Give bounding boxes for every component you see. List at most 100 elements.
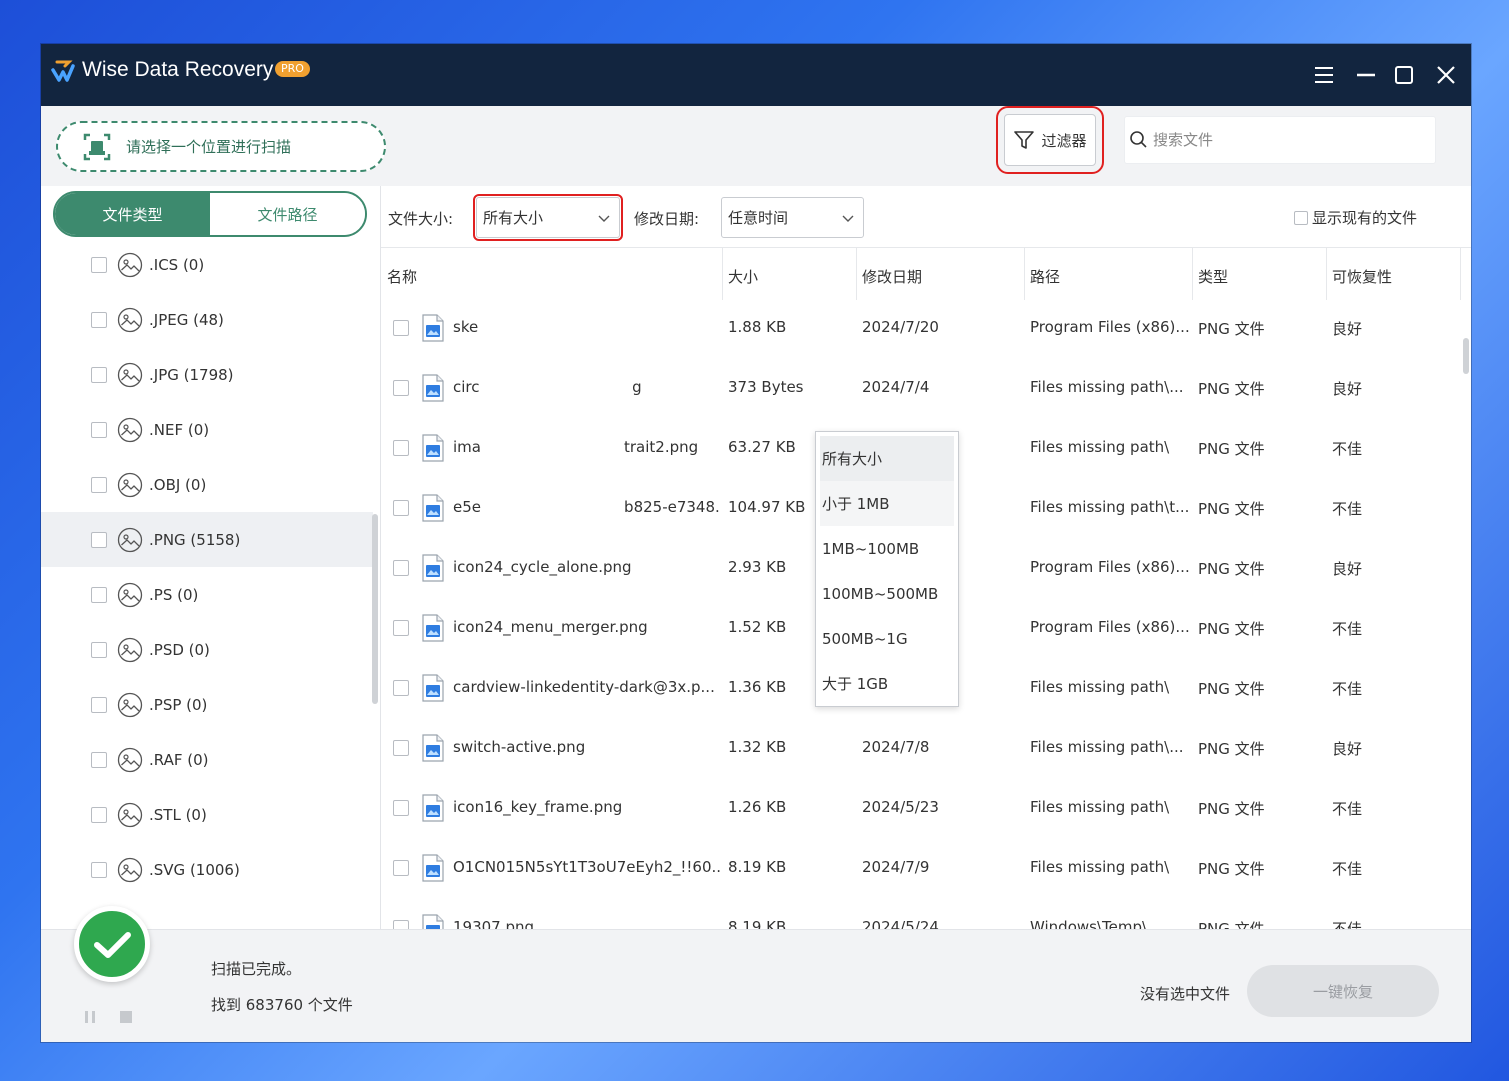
png-file-icon (421, 314, 445, 342)
file-path: Program Files (x86)... (1030, 618, 1190, 636)
column-divider[interactable] (1024, 248, 1025, 300)
header-type[interactable]: 类型 (1198, 266, 1228, 287)
search-input[interactable] (1153, 131, 1413, 149)
file-type-item[interactable]: .OBJ (0) (41, 457, 373, 512)
size-option[interactable]: 100MB~500MB (816, 571, 958, 616)
row-checkbox[interactable] (393, 320, 409, 336)
column-divider[interactable] (1460, 248, 1461, 300)
table-scrollbar[interactable] (1463, 338, 1469, 374)
row-checkbox[interactable] (393, 380, 409, 396)
minimize-icon[interactable] (1353, 62, 1379, 88)
png-file-icon (421, 554, 445, 582)
file-size: 63.27 KB (728, 438, 796, 456)
file-type-checkbox[interactable] (91, 366, 107, 383)
tab-file-type[interactable]: 文件类型 (55, 193, 210, 235)
file-size: 373 Bytes (728, 378, 804, 396)
file-recoverability: 不佳 (1332, 860, 1363, 878)
row-checkbox[interactable] (393, 680, 409, 696)
stop-icon[interactable] (119, 1010, 133, 1024)
file-date: 2024/7/9 (862, 858, 930, 876)
size-option[interactable]: 所有大小 (820, 436, 954, 481)
file-path: Program Files (x86)... (1030, 558, 1190, 576)
file-type-item[interactable]: .JPG (1798) (41, 347, 373, 402)
file-type-item[interactable]: .STL (0) (41, 787, 373, 842)
file-type-item[interactable]: .PNG (5158) (41, 512, 373, 567)
file-type-item[interactable]: .PS (0) (41, 567, 373, 622)
row-checkbox[interactable] (393, 800, 409, 816)
date-filter-label: 修改日期: (634, 210, 700, 228)
column-divider[interactable] (1192, 248, 1193, 300)
maximize-icon[interactable] (1391, 62, 1417, 88)
file-type-label: .RAF (0) (149, 750, 209, 769)
file-size: 8.19 KB (728, 918, 787, 929)
size-option[interactable]: 大于 1GB (816, 661, 958, 706)
file-type-checkbox[interactable] (91, 531, 107, 548)
file-date: 2024/7/8 (862, 738, 930, 756)
header-name[interactable]: 名称 (387, 266, 417, 287)
file-type-item[interactable]: .RAF (0) (41, 732, 373, 787)
file-type-item[interactable]: .PSP (0) (41, 677, 373, 732)
table-row[interactable]: switch-active.png 1.32 KB 2024/7/8 Files mi… (381, 718, 1461, 778)
app-title: Wise Data Recovery (82, 58, 274, 81)
pause-icon[interactable] (83, 1010, 97, 1024)
size-option[interactable]: 1MB~100MB (816, 526, 958, 571)
column-divider[interactable] (722, 248, 723, 300)
row-checkbox[interactable] (393, 500, 409, 516)
size-filter-select[interactable]: 所有大小 (473, 194, 623, 241)
table-row[interactable]: ske 1.88 KB 2024/7/20 Program Files (x86)..… (381, 298, 1461, 358)
file-type-item[interactable]: .NEF (0) (41, 402, 373, 457)
file-recoverability: 不佳 (1332, 800, 1363, 818)
file-type-checkbox[interactable] (91, 421, 107, 438)
file-type-checkbox[interactable] (91, 806, 107, 823)
show-existing-toggle[interactable]: 显示现有的文件 (1294, 207, 1417, 228)
file-recoverability: 不佳 (1332, 500, 1363, 518)
menu-icon[interactable] (1311, 62, 1337, 88)
file-type-item[interactable]: .ICS (0) (41, 237, 373, 292)
header-size[interactable]: 大小 (728, 266, 758, 287)
file-type-label: .JPG (1798) (149, 365, 234, 384)
header-path[interactable]: 路径 (1030, 266, 1060, 287)
row-checkbox[interactable] (393, 740, 409, 756)
file-type-checkbox[interactable] (91, 256, 107, 273)
file-type-checkbox[interactable] (91, 641, 107, 658)
file-type-checkbox[interactable] (91, 311, 107, 328)
tab-file-path[interactable]: 文件路径 (210, 193, 365, 235)
row-checkbox[interactable] (393, 860, 409, 876)
file-type-checkbox[interactable] (91, 861, 107, 878)
file-recoverability: 不佳 (1332, 440, 1363, 458)
row-checkbox[interactable] (393, 620, 409, 636)
filter-button[interactable]: 过滤器 (996, 106, 1104, 174)
date-filter-select[interactable]: 任意时间 (721, 197, 864, 238)
header-recoverability[interactable]: 可恢复性 (1332, 266, 1392, 287)
file-type-item[interactable]: .SVG (1006) (41, 842, 373, 897)
row-checkbox[interactable] (393, 440, 409, 456)
size-option[interactable]: 500MB~1G (816, 616, 958, 661)
file-type-item[interactable]: .PSD (0) (41, 622, 373, 677)
file-name: circ g (453, 378, 642, 396)
row-checkbox[interactable] (393, 920, 409, 929)
row-checkbox[interactable] (393, 560, 409, 576)
size-filter-label: 文件大小: (388, 210, 454, 228)
toolbar: 请选择一个位置进行扫描 过滤器 (41, 106, 1471, 186)
header-date[interactable]: 修改日期 (862, 266, 922, 287)
file-type-item[interactable]: .JPEG (48) (41, 292, 373, 347)
column-divider[interactable] (856, 248, 857, 300)
close-icon[interactable] (1433, 62, 1459, 88)
file-path: Files missing path\ (1030, 858, 1170, 876)
file-path: Files missing path\ (1030, 798, 1170, 816)
table-row[interactable]: icon16_key_frame.png 1.26 KB 2024/5/23 File… (381, 778, 1461, 838)
size-option[interactable]: 小于 1MB (820, 481, 954, 526)
file-date: 2024/7/4 (862, 378, 930, 396)
table-row[interactable]: circ g 373 Bytes 2024/7/4 Files missing pat… (381, 358, 1461, 418)
recover-button[interactable]: 一键恢复 (1247, 965, 1439, 1017)
show-existing-checkbox[interactable] (1294, 210, 1308, 225)
file-type-checkbox[interactable] (91, 586, 107, 603)
file-type-checkbox[interactable] (91, 476, 107, 493)
table-row[interactable]: 19307.png 8.19 KB 2024/5/24 Windows\Temp\ PN… (381, 898, 1461, 929)
file-type-checkbox[interactable] (91, 751, 107, 768)
file-type-checkbox[interactable] (91, 696, 107, 713)
scan-location-button[interactable]: 请选择一个位置进行扫描 (56, 121, 386, 172)
sidebar-scrollbar[interactable] (372, 514, 378, 704)
table-row[interactable]: O1CN015N5sYt1T3oU7eEyh2_!!60... 8.19 KB 20… (381, 838, 1461, 898)
column-divider[interactable] (1326, 248, 1327, 300)
